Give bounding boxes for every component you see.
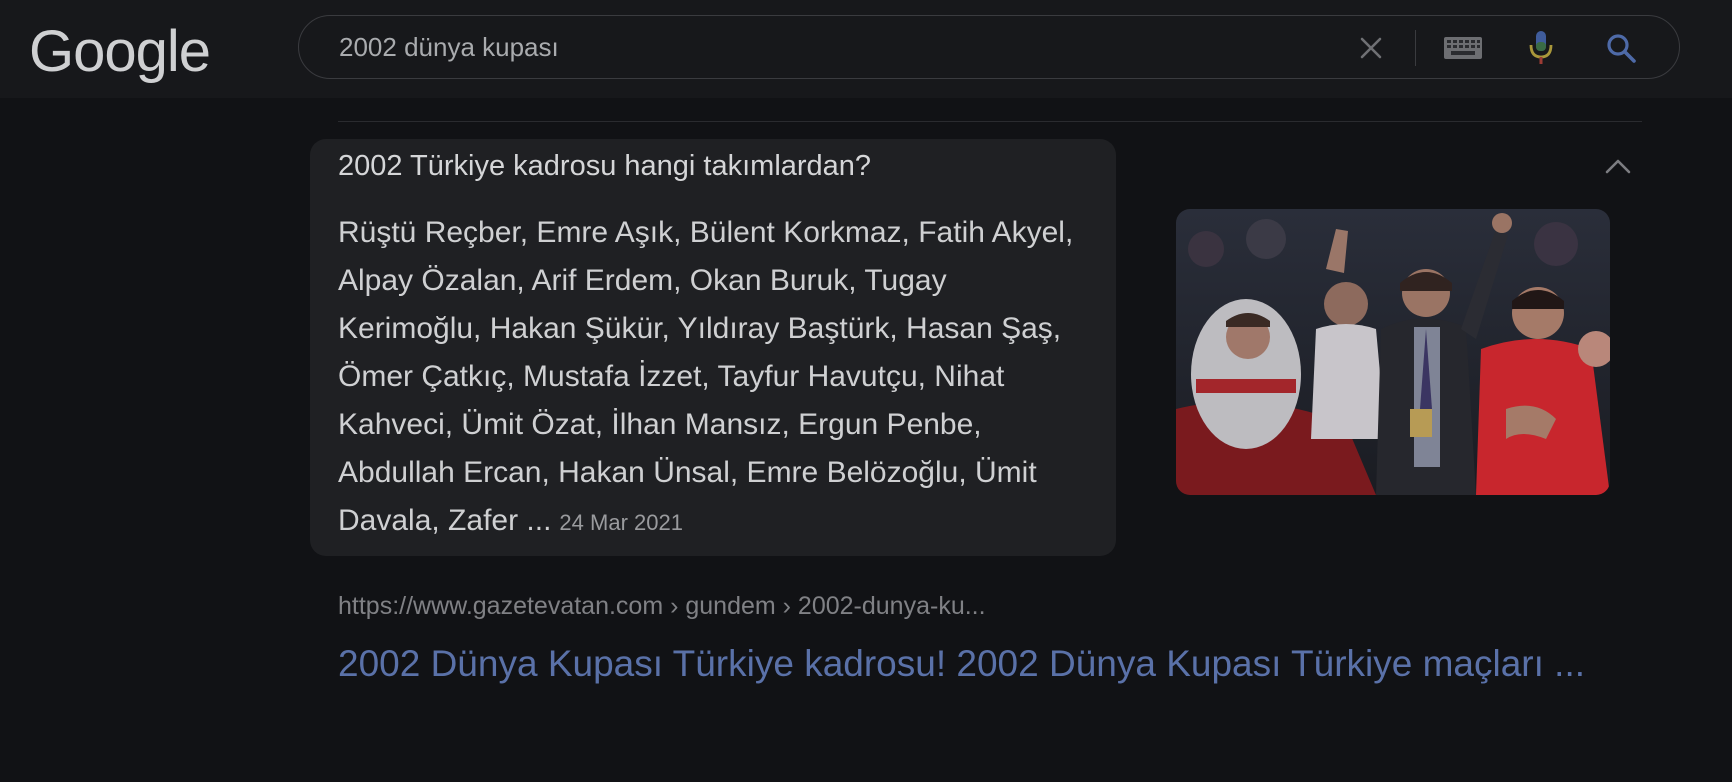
search-box[interactable] [298, 15, 1680, 79]
voice-search-button[interactable] [1521, 28, 1561, 68]
header-bar: Google [0, 0, 1732, 98]
keyboard-button[interactable] [1441, 30, 1485, 66]
search-divider [1415, 30, 1416, 66]
snippet-answer: Rüştü Reçber, Emre Aşık, Bülent Korkmaz,… [338, 209, 1098, 547]
search-icon [1607, 34, 1636, 63]
search-button[interactable] [1601, 28, 1641, 68]
keyboard-icon [1444, 37, 1482, 59]
close-icon [1360, 37, 1382, 59]
snippet-question[interactable]: 2002 Türkiye kadrosu hangi takımlardan? [338, 146, 871, 186]
google-logo[interactable]: Google [29, 16, 211, 88]
snippet-answer-text: Rüştü Reçber, Emre Aşık, Bülent Korkmaz,… [338, 216, 1074, 537]
team-photo-image [1176, 209, 1610, 495]
section-divider [338, 121, 1642, 122]
result-url[interactable]: https://www.gazetevatan.com › gundem › 2… [338, 590, 986, 622]
chevron-up-icon [1605, 159, 1631, 174]
microphone-icon [1529, 31, 1553, 64]
collapse-button[interactable] [1600, 148, 1636, 184]
clear-button[interactable] [1351, 28, 1391, 68]
result-title-link[interactable]: 2002 Dünya Kupası Türkiye kadrosu! 2002 … [338, 638, 1598, 690]
snippet-image[interactable] [1176, 209, 1610, 495]
snippet-date: 24 Mar 2021 [559, 510, 683, 535]
search-input[interactable] [339, 30, 1339, 64]
